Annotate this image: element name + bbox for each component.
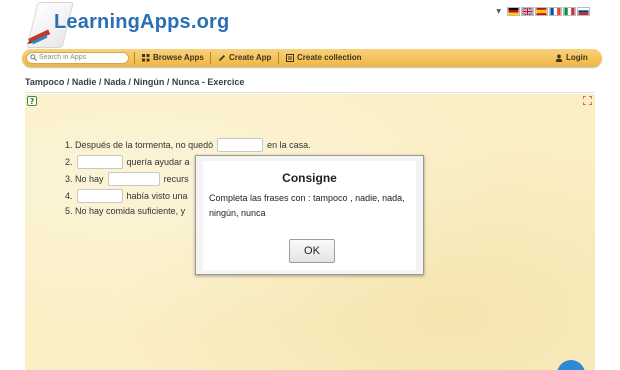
language-selector[interactable]: ▼ [496,7,590,16]
user-icon [555,54,563,62]
login-label: Login [566,53,588,62]
flag-it-icon[interactable] [563,7,576,16]
dialog-title: Consigne [282,171,337,185]
flag-de-icon[interactable] [507,7,520,16]
exercise-line: 3. No hay recurs [65,172,189,186]
line-text-after: en la casa. [267,140,311,150]
create-app-label: Create App [229,53,272,62]
create-collection-label: Create collection [297,53,362,62]
browse-apps-button[interactable]: Browse Apps [142,52,204,64]
instructions-dialog: Consigne Completa las frases con : tampo… [195,155,424,275]
svg-text:?: ? [30,97,34,106]
line-text-before: No hay comida suficiente, y [75,206,186,216]
browse-apps-label: Browse Apps [153,53,204,62]
answer-input[interactable] [76,155,123,169]
action-button[interactable] [557,360,585,370]
create-app-button[interactable]: Create App [218,52,271,64]
line-number: 2. [65,157,73,167]
flag-fr-icon[interactable] [549,7,562,16]
divider [25,92,595,93]
line-text-after: quería ayudar a [126,157,190,167]
line-text-before: No hay [75,174,104,184]
logo[interactable]: LearningApps.org [22,2,229,52]
chevron-down-icon[interactable]: ▼ [496,8,501,15]
grid-icon [142,54,150,62]
logo-text: LearningApps.org [54,11,230,33]
ok-button[interactable]: OK [289,239,335,263]
exercise-line: 5. No hay comida suficiente, y [65,206,185,216]
dialog-body: Consigne Completa las frases con : tampo… [203,161,416,270]
pencil-icon [219,55,225,61]
fullscreen-icon[interactable] [583,96,592,105]
line-number: 4. [65,191,73,201]
collection-icon [286,54,294,62]
main-toolbar: Search in Apps Browse Apps Create App Cr… [22,49,602,67]
answer-input[interactable] [107,172,160,186]
exercise-line: 2. quería ayudar a [65,155,190,169]
pencil-icon [27,29,51,45]
page-title: Tampoco / Nadie / Nada / Ningún / Nunca … [25,77,245,87]
line-number: 5. [65,206,73,216]
flag-ru-icon[interactable] [577,7,590,16]
flag-es-icon[interactable] [535,7,548,16]
search-input[interactable]: Search in Apps [26,52,129,64]
exercise-line: 1. Después de la tormenta, no quedó en l… [65,138,311,152]
toolbar-divider [134,52,135,64]
search-placeholder: Search in Apps [39,54,87,61]
exercise-line: 4. había visto una [65,189,188,203]
line-text-after: había visto una [126,191,188,201]
help-icon[interactable]: ? [27,96,37,106]
toolbar-divider [278,52,279,64]
line-text-after: recurs [163,174,189,184]
answer-input[interactable] [217,138,264,152]
toolbar-divider [210,52,211,64]
line-text-before: Después de la tormenta, no quedó [75,140,214,150]
login-button[interactable]: Login [555,52,588,64]
line-number: 1. [65,140,73,150]
search-icon [30,54,37,61]
line-number: 3. [65,174,73,184]
answer-input[interactable] [76,189,123,203]
flag-en-icon[interactable] [521,7,534,16]
dialog-message: Completa las frases con : tampoco , nadi… [209,193,405,218]
create-collection-button[interactable]: Create collection [286,52,361,64]
